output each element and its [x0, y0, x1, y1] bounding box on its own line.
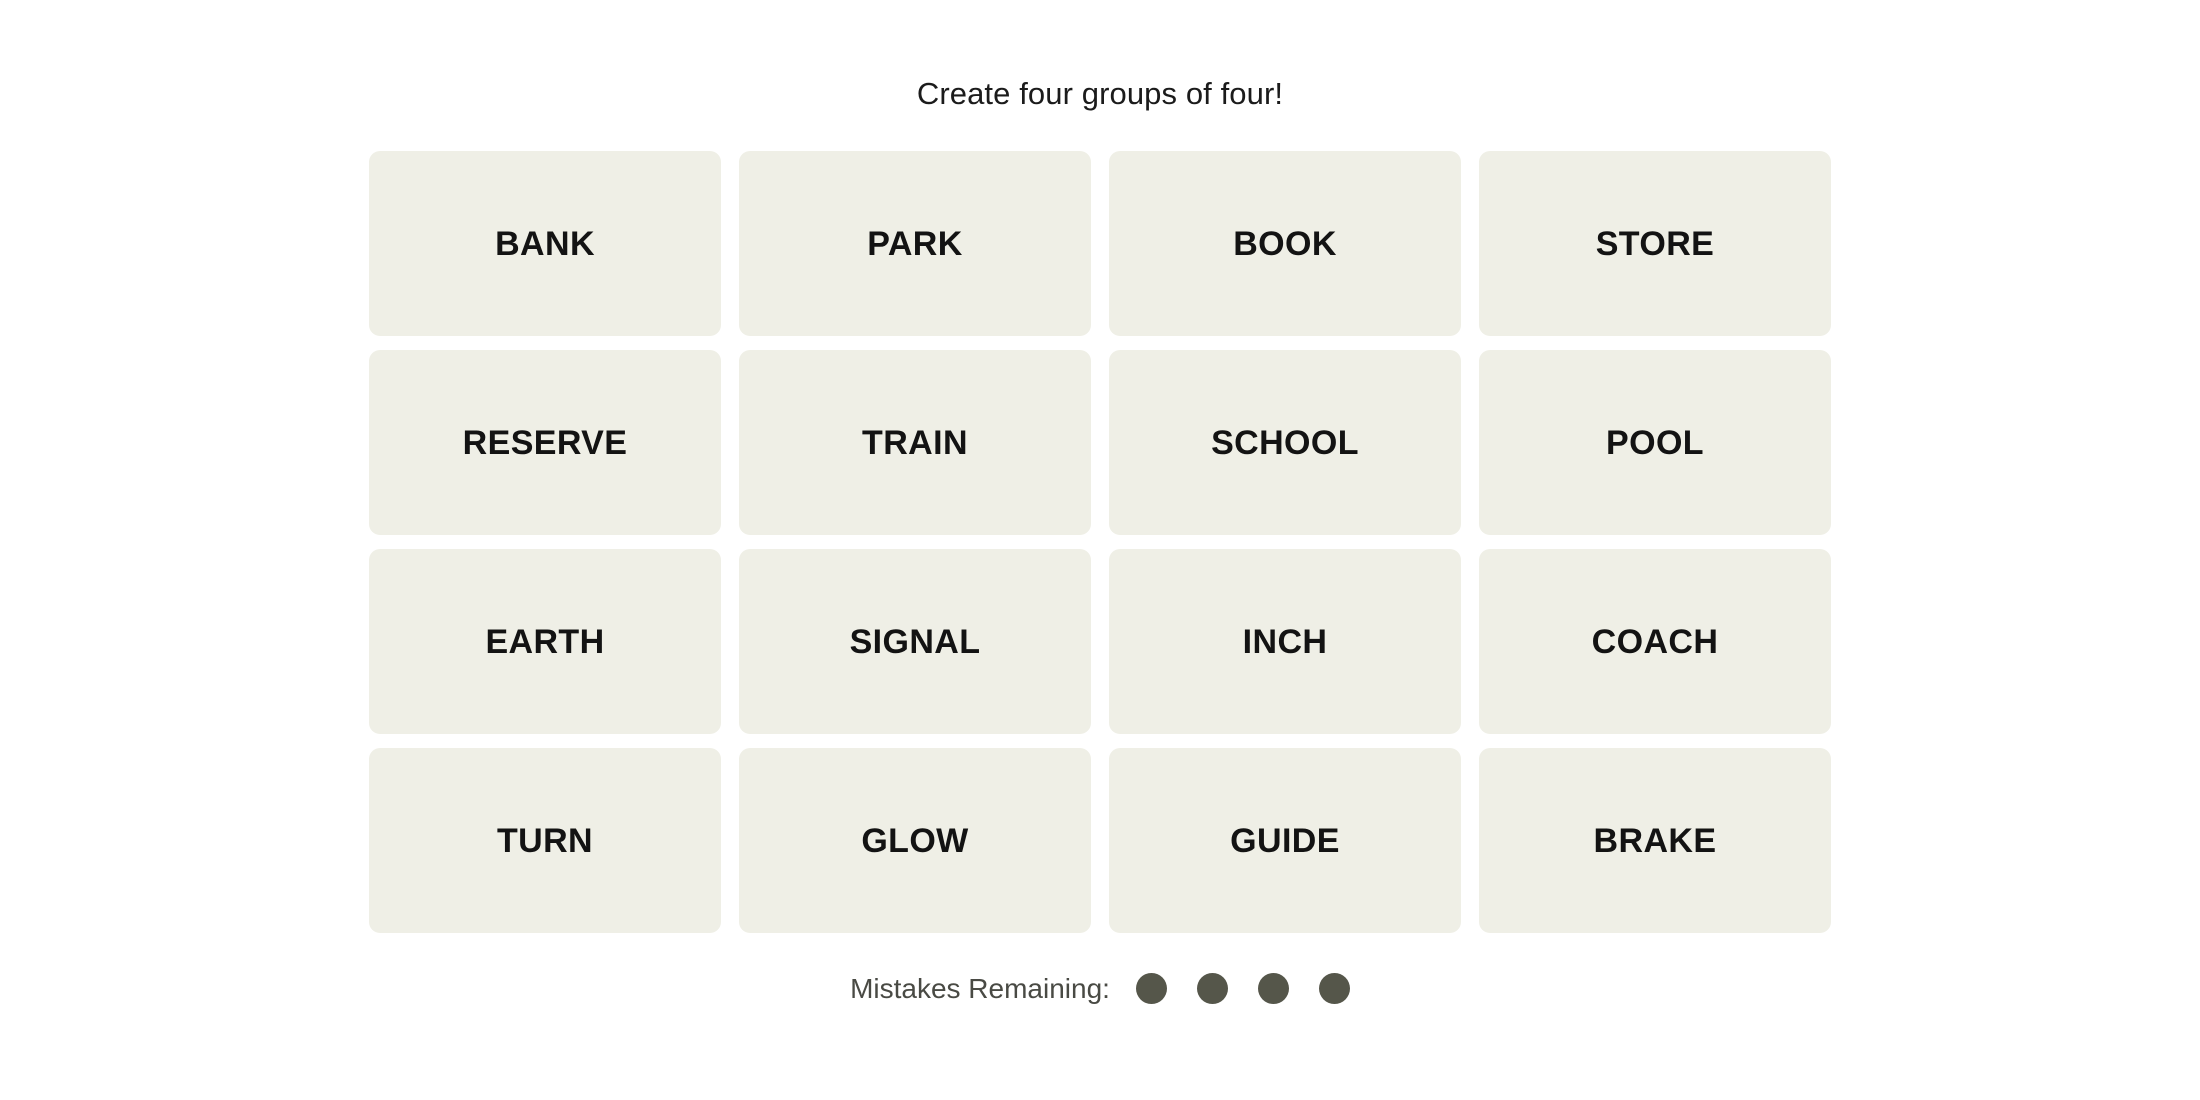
word-tile-label: BRAKE	[1593, 821, 1717, 860]
word-tile[interactable]: POOL	[1479, 350, 1831, 535]
mistake-dot-icon	[1196, 973, 1228, 1004]
word-tile[interactable]: TURN	[369, 748, 721, 933]
word-tile[interactable]: SIGNAL	[739, 549, 1091, 734]
word-tile-label: EARTH	[485, 622, 605, 661]
word-tile-label: COACH	[1591, 622, 1719, 661]
word-tile[interactable]: BOOK	[1109, 151, 1461, 336]
mistake-dot-group	[1135, 973, 1350, 1004]
word-tile[interactable]: PARK	[739, 151, 1091, 336]
word-tile-grid: BANK PARK BOOK STORE RESERVE TRAIN SCHOO…	[369, 151, 1831, 933]
mistake-dot-icon	[1135, 973, 1167, 1004]
word-tile[interactable]: GLOW	[739, 748, 1091, 933]
page-title: Create four groups of four!	[916, 76, 1284, 111]
word-tile-label: SIGNAL	[849, 622, 981, 661]
word-tile-label: BANK	[495, 224, 595, 263]
word-tile[interactable]: EARTH	[369, 549, 721, 734]
mistakes-remaining-bar: Mistakes Remaining:	[850, 973, 1350, 1004]
word-tile-label: GUIDE	[1230, 821, 1340, 860]
word-tile-label: GLOW	[861, 821, 969, 860]
word-tile-label: TRAIN	[862, 423, 968, 462]
word-tile-label: RESERVE	[462, 423, 628, 462]
word-tile[interactable]: TRAIN	[739, 350, 1091, 535]
word-tile-label: TURN	[496, 821, 594, 860]
mistake-dot-icon	[1257, 973, 1289, 1004]
word-tile-label: POOL	[1606, 423, 1704, 462]
word-tile[interactable]: RESERVE	[369, 350, 721, 535]
word-tile-label: SCHOOL	[1211, 423, 1359, 462]
word-tile[interactable]: BANK	[369, 151, 721, 336]
word-tile-label: BOOK	[1233, 224, 1337, 263]
mistake-dot-icon	[1318, 973, 1350, 1004]
word-tile-label: STORE	[1595, 224, 1715, 263]
word-tile-label: PARK	[867, 224, 963, 263]
game-board-root: Create four groups of four! BANK PARK BO…	[0, 0, 2200, 1100]
word-tile[interactable]: GUIDE	[1109, 748, 1461, 933]
word-tile[interactable]: INCH	[1109, 549, 1461, 734]
word-tile[interactable]: COACH	[1479, 549, 1831, 734]
word-tile[interactable]: STORE	[1479, 151, 1831, 336]
word-tile[interactable]: BRAKE	[1479, 748, 1831, 933]
mistakes-remaining-label: Mistakes Remaining:	[850, 972, 1110, 1004]
word-tile[interactable]: SCHOOL	[1109, 350, 1461, 535]
word-tile-label: INCH	[1242, 622, 1328, 661]
